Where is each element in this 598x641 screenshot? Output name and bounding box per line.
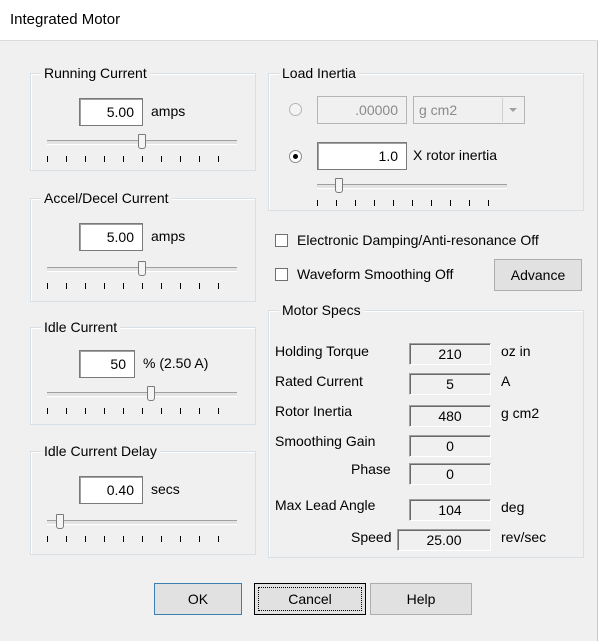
slider-ticks: [47, 408, 237, 414]
electronic-damping-label[interactable]: Electronic Damping/Anti-resonance Off: [297, 232, 539, 248]
motor-specs-legend: Motor Specs: [279, 302, 364, 318]
smoothing-gain-label: Smoothing Gain: [275, 433, 376, 449]
idle-current-legend: Idle Current: [41, 319, 121, 335]
smoothing-gain-value: 0: [409, 435, 491, 457]
load-inertia-group: Load Inertia .00000 g cm2 1.0 X rotor in…: [268, 65, 584, 211]
slider-thumb[interactable]: [147, 386, 155, 401]
rated-current-label: Rated Current: [275, 373, 363, 389]
slider-ticks: [47, 156, 237, 162]
max-lead-angle-label: Max Lead Angle: [275, 497, 376, 513]
rotor-inertia-value: 480: [409, 405, 491, 427]
ok-button[interactable]: OK: [154, 583, 242, 615]
running-current-group: Running Current 5.00 amps: [30, 65, 256, 171]
slider-ticks: [317, 200, 507, 206]
idle-current-delay-legend: Idle Current Delay: [41, 443, 160, 459]
running-current-legend: Running Current: [41, 65, 150, 81]
max-lead-angle-unit: deg: [501, 499, 525, 515]
slider-thumb[interactable]: [335, 178, 343, 193]
slider-thumb[interactable]: [138, 134, 146, 149]
rated-current-unit: A: [501, 373, 511, 389]
focus-rectangle: [258, 587, 362, 611]
holding-torque-label: Holding Torque: [275, 343, 369, 359]
slider-ticks: [47, 283, 237, 289]
max-lead-angle-value: 104: [409, 499, 491, 521]
holding-torque-value: 210: [409, 343, 491, 365]
slider-track: [47, 392, 237, 397]
rotor-inertia-label: Rotor Inertia: [275, 403, 353, 419]
waveform-smoothing-label[interactable]: Waveform Smoothing Off: [297, 266, 453, 282]
slider-track: [47, 520, 237, 525]
idle-current-delay-slider[interactable]: [47, 514, 237, 544]
holding-torque-unit: oz in: [501, 343, 531, 359]
idle-current-input[interactable]: 50: [79, 350, 135, 378]
accel-decel-current-input[interactable]: 5.00: [79, 223, 143, 251]
load-inertia-unit-select[interactable]: g cm2: [413, 96, 525, 124]
slider-thumb[interactable]: [138, 261, 146, 276]
slider-thumb[interactable]: [56, 514, 64, 529]
load-inertia-slider[interactable]: [317, 178, 507, 208]
help-button[interactable]: Help: [370, 583, 472, 615]
load-inertia-ratio-label: X rotor inertia: [413, 147, 498, 163]
phase-label: Phase: [351, 461, 391, 477]
window-title: Integrated Motor: [10, 11, 121, 28]
speed-value: 25.00: [397, 529, 491, 551]
load-inertia-absolute-input[interactable]: .00000: [317, 96, 407, 124]
accel-decel-current-slider[interactable]: [47, 261, 237, 291]
motor-specs-group: Motor Specs Holding Torque 210 oz in Rat…: [268, 302, 584, 558]
rotor-inertia-unit: g cm2: [501, 405, 540, 421]
idle-current-unit: % (2.50 A): [143, 355, 209, 371]
idle-current-delay-group: Idle Current Delay 0.40 secs: [30, 443, 256, 555]
waveform-smoothing-checkbox[interactable]: [275, 268, 288, 281]
accel-decel-current-unit: amps: [151, 228, 186, 244]
load-inertia-absolute-radio[interactable]: [289, 103, 302, 116]
running-current-slider[interactable]: [47, 134, 237, 164]
chevron-down-icon[interactable]: [502, 98, 523, 122]
slider-track: [317, 184, 507, 189]
running-current-unit: amps: [151, 103, 186, 119]
load-inertia-legend: Load Inertia: [279, 65, 359, 81]
cancel-button[interactable]: Cancel: [254, 583, 366, 615]
running-current-input[interactable]: 5.00: [79, 98, 143, 126]
load-inertia-ratio-input[interactable]: 1.0: [317, 142, 407, 170]
idle-current-delay-input[interactable]: 0.40: [79, 476, 143, 504]
load-inertia-ratio-radio[interactable]: [289, 150, 302, 163]
speed-label: Speed: [351, 529, 392, 545]
idle-current-group: Idle Current 50 % (2.50 A): [30, 319, 256, 425]
idle-current-delay-unit: secs: [151, 481, 180, 497]
rated-current-value: 5: [409, 373, 491, 395]
idle-current-slider[interactable]: [47, 386, 237, 416]
slider-ticks: [47, 536, 237, 542]
load-inertia-unit-value: g cm2: [419, 102, 458, 118]
dialog-window: Integrated Motor Running Current 5.00 am…: [0, 0, 598, 641]
accel-decel-current-group: Accel/Decel Current 5.00 amps: [30, 190, 256, 302]
speed-unit: rev/sec: [501, 529, 547, 545]
accel-decel-current-legend: Accel/Decel Current: [41, 190, 172, 206]
advance-button[interactable]: Advance: [494, 259, 582, 291]
electronic-damping-checkbox[interactable]: [275, 234, 288, 247]
title-bar[interactable]: Integrated Motor: [0, 0, 598, 41]
phase-value: 0: [409, 463, 491, 485]
